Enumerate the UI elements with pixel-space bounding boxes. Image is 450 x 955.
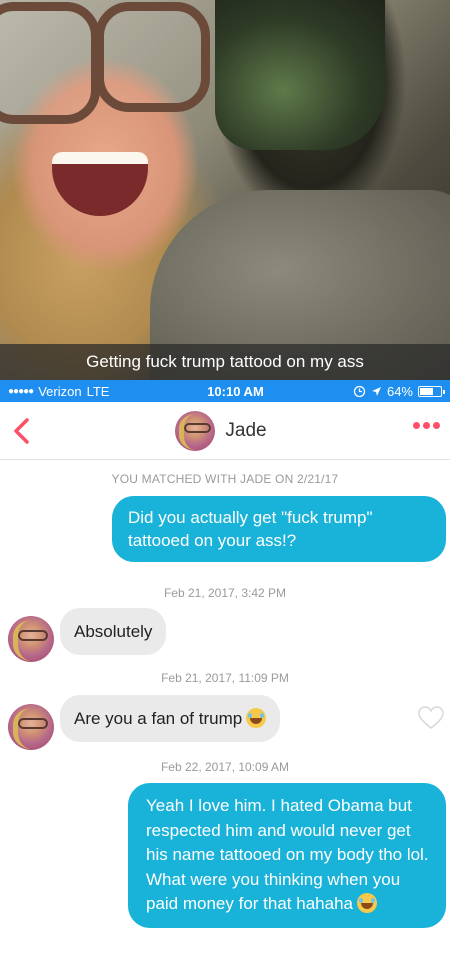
laughing-crying-emoji-icon: [246, 708, 267, 728]
location-arrow-icon: [371, 386, 381, 396]
status-time: 10:10 AM: [207, 383, 264, 399]
back-chevron-icon[interactable]: [8, 414, 38, 448]
glasses-right-lens: [95, 2, 210, 112]
chat-header: Jade: [0, 402, 450, 460]
message-text: Are you a fan of trump: [74, 709, 243, 728]
message-timestamp: Feb 21, 2017, 11:09 PM: [161, 671, 289, 685]
snap-caption: Getting fuck trump tattood on my ass: [0, 344, 450, 380]
status-right: 64%: [353, 383, 445, 399]
message-incoming: Are you a fan of trump: [60, 695, 281, 742]
network-label: LTE: [86, 383, 110, 399]
dot: [423, 422, 430, 429]
smile-shape: [52, 152, 148, 216]
sync-icon: [353, 385, 366, 397]
battery-level: [420, 387, 433, 395]
message-text: Absolutely: [74, 622, 153, 641]
glasses-left-lens: [0, 2, 100, 124]
more-dots-icon[interactable]: [413, 422, 440, 429]
message-timestamp: Feb 22, 2017, 10:09 AM: [160, 760, 290, 774]
matched-banner: YOU MATCHED WITH JADE ON 2/21/17: [111, 472, 339, 486]
match-name: Jade: [225, 419, 267, 441]
message-text: Yeah I love him. I hated Obama but respe…: [146, 796, 429, 913]
laughing-crying-emoji-icon: [356, 893, 377, 913]
like-heart-icon[interactable]: [418, 706, 444, 730]
message-outgoing: Did you actually get "fuck trump" tattoo…: [112, 496, 446, 562]
signal-dots-icon: ●●●●●: [8, 385, 34, 397]
avatar: [175, 410, 216, 451]
message-text: Did you actually get "fuck trump" tattoo…: [128, 508, 373, 550]
message-incoming: Absolutely: [60, 608, 167, 655]
battery-icon: [418, 385, 445, 397]
dot: [433, 422, 440, 429]
avatar[interactable]: [8, 704, 54, 750]
carrier-label: Verizon: [38, 383, 82, 399]
snap-photo: Getting fuck trump tattood on my ass: [0, 0, 450, 380]
avatar[interactable]: [8, 616, 54, 662]
message-outgoing: Yeah I love him. I hated Obama but respe…: [128, 783, 446, 928]
dot: [413, 422, 420, 429]
status-bar: ●●●●● Verizon LTE 10:10 AM 64%: [0, 380, 450, 402]
message-timestamp: Feb 21, 2017, 3:42 PM: [163, 586, 287, 600]
match-profile-link[interactable]: Jade: [175, 410, 267, 451]
status-left: ●●●●● Verizon LTE: [8, 384, 158, 399]
background-person: [215, 0, 385, 150]
battery-percent: 64%: [386, 383, 413, 399]
